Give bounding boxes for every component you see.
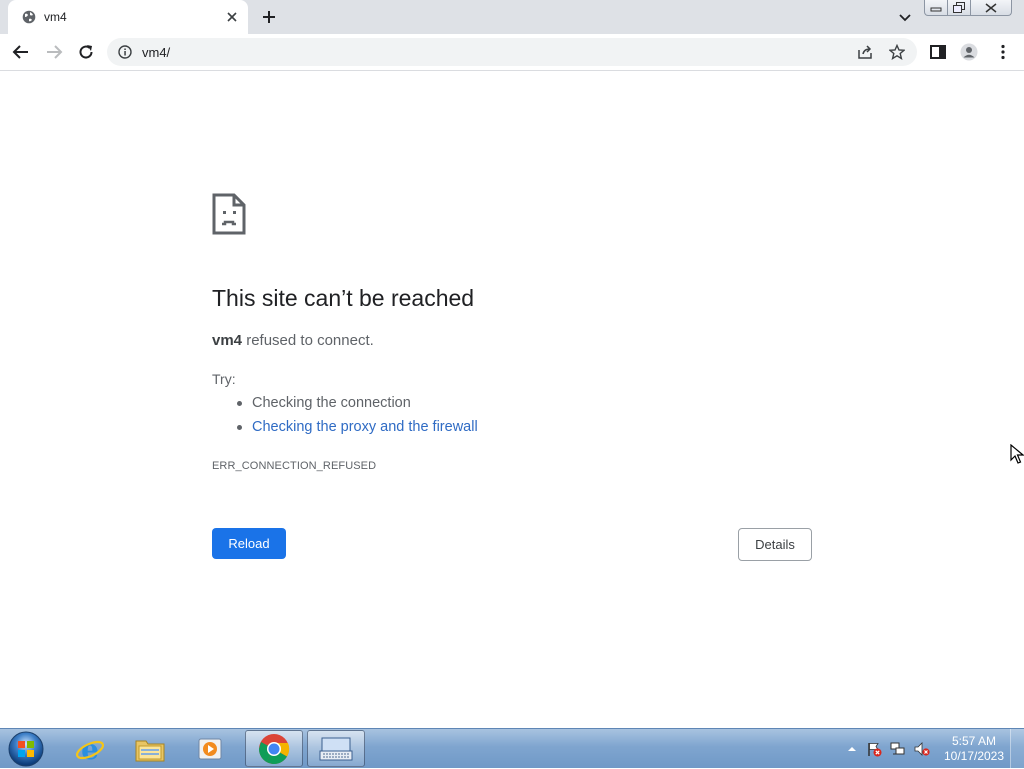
back-arrow-icon[interactable] bbox=[12, 43, 30, 61]
system-clock[interactable]: 5:57 AM 10/17/2023 bbox=[940, 734, 1008, 764]
restore-button[interactable] bbox=[947, 0, 971, 16]
tab-title: vm4 bbox=[44, 10, 67, 24]
tab-strip: vm4 bbox=[0, 0, 1024, 34]
clock-time: 5:57 AM bbox=[951, 734, 997, 748]
suggestion-item: Checking the proxy and the firewall bbox=[237, 418, 478, 442]
reload-button[interactable]: Reload bbox=[212, 528, 286, 559]
suggestion-checking-connection: Checking the connection bbox=[252, 395, 411, 411]
new-tab-icon[interactable] bbox=[260, 8, 278, 26]
suggestion-proxy-firewall-link[interactable]: Checking the proxy and the firewall bbox=[252, 419, 478, 435]
show-hidden-icons-icon[interactable] bbox=[844, 741, 860, 757]
chevron-down-icon[interactable] bbox=[897, 9, 913, 25]
profile-avatar-icon[interactable] bbox=[960, 43, 978, 61]
bookmark-star-icon[interactable] bbox=[889, 44, 905, 60]
folder-icon bbox=[135, 740, 165, 761]
close-window-button[interactable] bbox=[970, 0, 1012, 16]
taskbar-windows-explorer[interactable] bbox=[121, 730, 179, 767]
action-center-flag-icon[interactable] bbox=[866, 741, 882, 757]
taskbar-chrome[interactable] bbox=[245, 730, 303, 767]
svg-text:e: e bbox=[81, 734, 99, 764]
suggestion-item: Checking the connection bbox=[237, 394, 478, 418]
window-controls bbox=[924, 0, 1012, 16]
chrome-icon bbox=[259, 733, 290, 764]
internet-explorer-icon: e bbox=[75, 734, 105, 764]
globe-icon bbox=[22, 10, 36, 24]
share-icon[interactable] bbox=[857, 44, 873, 60]
mouse-pointer-icon bbox=[1010, 444, 1024, 464]
close-icon bbox=[985, 2, 997, 13]
try-label: Try: bbox=[212, 371, 236, 387]
error-summary-text: refused to connect. bbox=[242, 332, 374, 349]
error-page: This site can’t be reached vm4 refused t… bbox=[0, 71, 1024, 728]
suggestions-list: Checking the connection Checking the pro… bbox=[237, 394, 478, 442]
browser-toolbar: vm4/ bbox=[0, 34, 1024, 71]
menu-kebab-icon[interactable] bbox=[994, 43, 1012, 61]
minimize-button[interactable] bbox=[924, 0, 948, 16]
forward-arrow-icon[interactable] bbox=[45, 43, 63, 61]
windows-taskbar: e 5:57 AM 10/17/2023 bbox=[0, 728, 1024, 769]
tab-vm4[interactable]: vm4 bbox=[8, 0, 248, 34]
taskbar-keyboard-app[interactable] bbox=[307, 730, 365, 767]
restore-icon bbox=[953, 2, 965, 13]
taskbar-media-player[interactable] bbox=[181, 730, 239, 767]
error-code: ERR_CONNECTION_REFUSED bbox=[212, 460, 377, 472]
volume-muted-icon[interactable] bbox=[914, 741, 930, 757]
close-tab-icon[interactable] bbox=[224, 9, 240, 25]
clock-date: 10/17/2023 bbox=[943, 749, 1005, 763]
url-text: vm4/ bbox=[142, 45, 171, 60]
side-panel-icon[interactable] bbox=[929, 43, 947, 61]
address-bar[interactable]: vm4/ bbox=[107, 38, 917, 66]
error-summary: vm4 refused to connect. bbox=[212, 332, 374, 349]
on-screen-keyboard-icon bbox=[319, 737, 353, 760]
page-title: This site can’t be reached bbox=[212, 285, 475, 311]
minimize-icon bbox=[930, 7, 942, 11]
taskbar-internet-explorer[interactable]: e bbox=[61, 730, 119, 767]
sad-document-icon bbox=[212, 193, 246, 235]
details-button[interactable]: Details bbox=[738, 528, 812, 561]
start-orb-icon[interactable] bbox=[6, 730, 46, 768]
media-player-icon bbox=[198, 738, 222, 759]
error-host: vm4 bbox=[212, 332, 243, 349]
reload-icon[interactable] bbox=[77, 43, 95, 61]
network-icon[interactable] bbox=[890, 741, 906, 757]
show-desktop-button[interactable] bbox=[1010, 729, 1024, 769]
info-icon[interactable] bbox=[118, 45, 132, 59]
